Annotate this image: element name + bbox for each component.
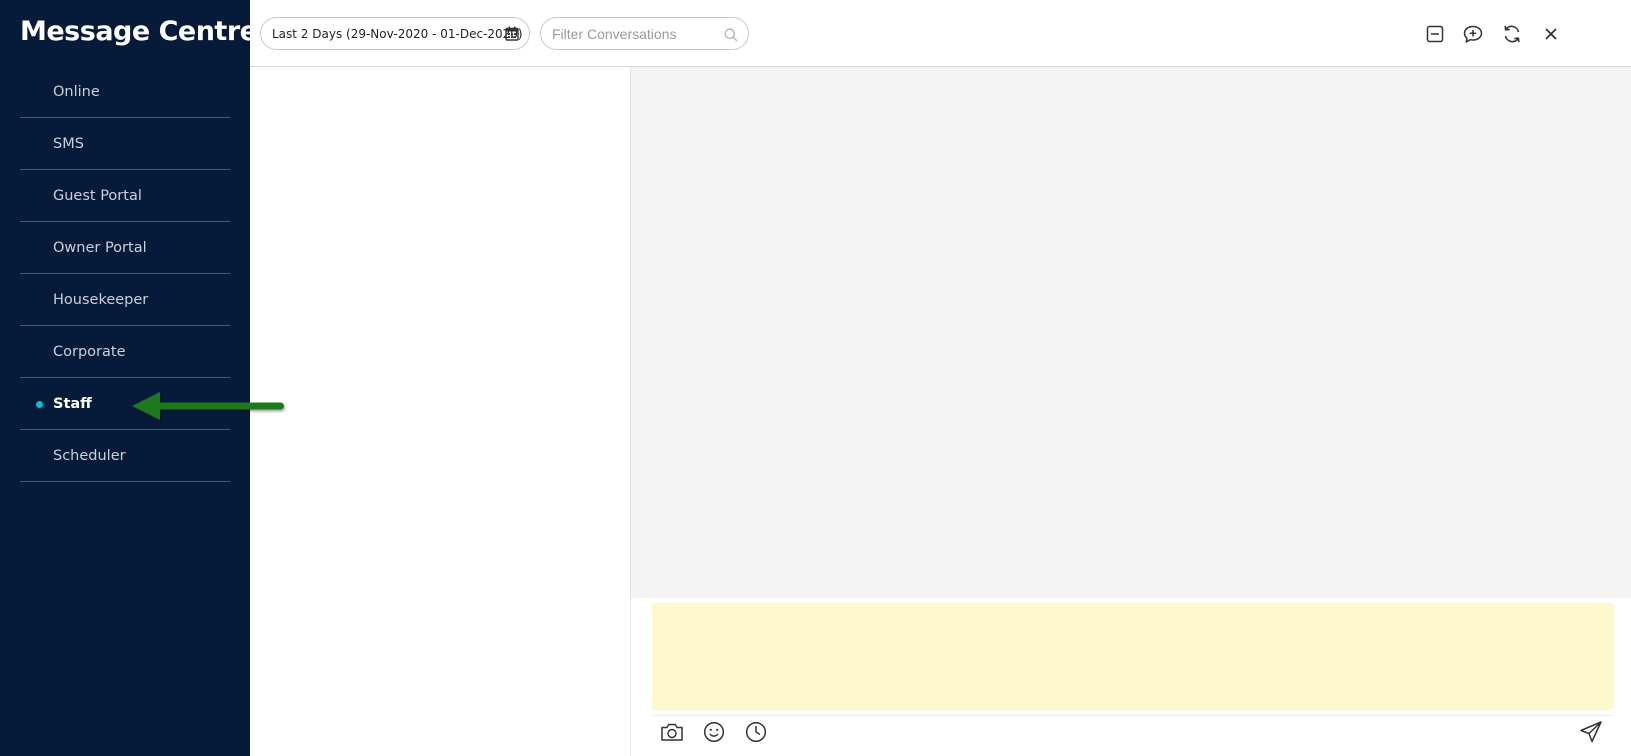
sidebar-item-label: Housekeeper [53, 291, 149, 308]
search-icon[interactable] [724, 27, 738, 46]
conversation-list [250, 67, 631, 756]
sidebar-item-label: Owner Portal [53, 239, 147, 256]
sidebar-item-guest-portal[interactable]: Guest Portal [20, 170, 230, 222]
annotation-arrow [132, 392, 284, 420]
date-range-label: Last 2 Days (29-Nov-2020 - 01-Dec-2020) [272, 26, 523, 41]
sidebar: Message Centre Online SMS Guest Portal O… [0, 0, 258, 756]
sidebar-item-label: Scheduler [53, 447, 126, 464]
sidebar-item-label: SMS [53, 135, 84, 152]
app-title: Message Centre [20, 16, 258, 47]
date-range-picker[interactable]: Last 2 Days (29-Nov-2020 - 01-Dec-2020) [260, 17, 530, 50]
calendar-icon [505, 26, 519, 45]
camera-icon[interactable] [659, 719, 685, 745]
send-icon[interactable] [1578, 719, 1604, 745]
clock-icon[interactable] [743, 719, 769, 745]
sidebar-item-owner-portal[interactable]: Owner Portal [20, 222, 230, 274]
emoji-icon[interactable] [701, 719, 727, 745]
sidebar-item-sms[interactable]: SMS [20, 118, 230, 170]
sidebar-item-label: Online [53, 83, 100, 100]
filter-conversations-input[interactable] [541, 18, 748, 49]
new-message-icon[interactable] [1461, 22, 1485, 46]
sidebar-item-label: Staff [53, 395, 92, 412]
close-icon[interactable] [1539, 22, 1563, 46]
active-indicator-dot [36, 401, 43, 408]
message-thread-area [631, 67, 1631, 598]
message-input[interactable] [652, 603, 1614, 710]
sidebar-item-scheduler[interactable]: Scheduler [20, 430, 230, 482]
filter-conversations [540, 17, 749, 50]
composer-divider [652, 715, 1614, 716]
sidebar-item-label: Guest Portal [53, 187, 142, 204]
refresh-icon[interactable] [1500, 22, 1524, 46]
sidebar-item-label: Corporate [53, 343, 126, 360]
sidebar-item-online[interactable]: Online [20, 66, 230, 118]
minimize-icon[interactable] [1423, 22, 1447, 46]
top-toolbar: Last 2 Days (29-Nov-2020 - 01-Dec-2020) [250, 0, 1631, 67]
sidebar-item-corporate[interactable]: Corporate [20, 326, 230, 378]
sidebar-item-housekeeper[interactable]: Housekeeper [20, 274, 230, 326]
